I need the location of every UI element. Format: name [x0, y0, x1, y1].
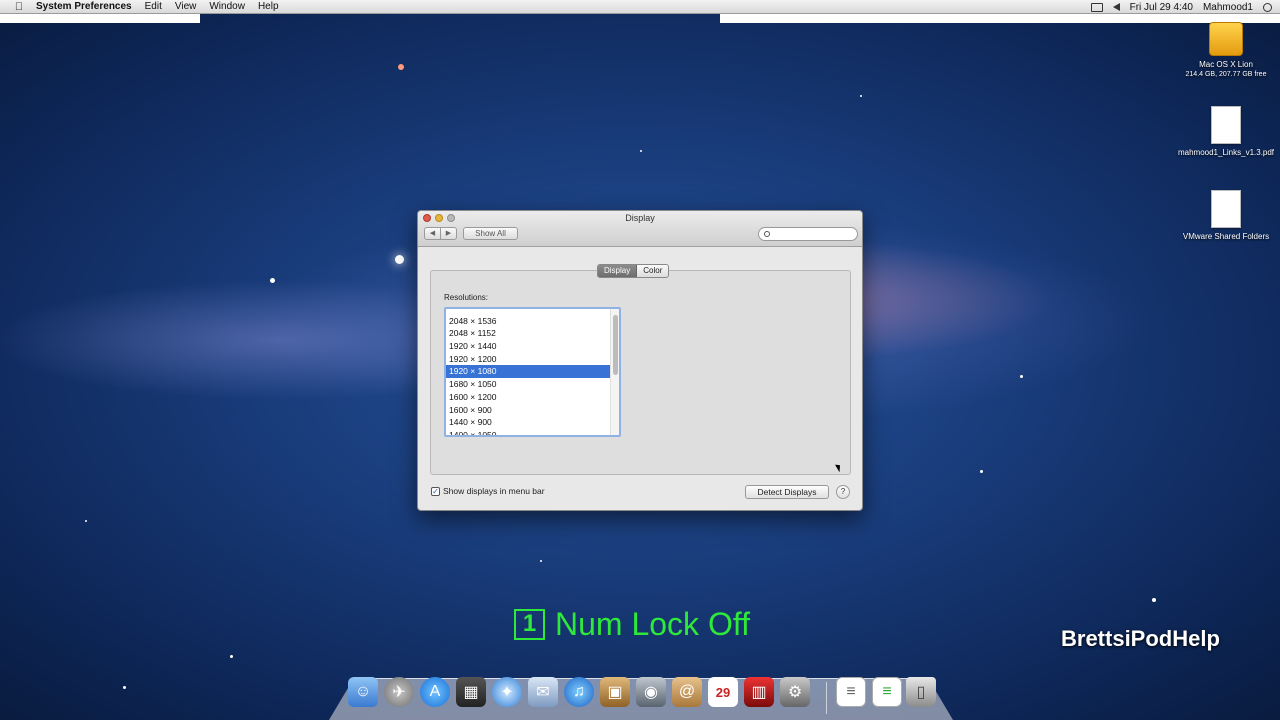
back-arrow-icon[interactable]: ◀ [425, 228, 441, 239]
wallpaper-star [230, 655, 233, 658]
document-icon[interactable]: ≡ [872, 677, 902, 707]
menu-user[interactable]: Mahmood1 [1203, 2, 1253, 13]
scroll-thumb[interactable] [613, 315, 618, 375]
facetime-icon[interactable]: ◉ [636, 677, 666, 707]
safari-icon[interactable]: ✦ [492, 677, 522, 707]
resolutions-label: Resolutions: [444, 293, 489, 302]
app-store-icon[interactable]: A [420, 677, 450, 707]
menu-bar:  System Preferences Edit View Window He… [0, 0, 1280, 14]
iphoto-icon[interactable]: ▣ [600, 677, 630, 707]
show-all-button[interactable]: Show All [463, 227, 518, 240]
list-item[interactable]: 1920 × 1440 [446, 340, 610, 353]
list-scrollbar[interactable] [610, 309, 619, 435]
search-icon [764, 231, 770, 237]
wallpaper-star [398, 64, 404, 70]
forward-arrow-icon[interactable]: ▶ [441, 228, 456, 239]
desktop-icon-hd[interactable]: Mac OS X Lion 214.4 GB, 207.77 GB free [1176, 22, 1276, 80]
wallpaper-star [860, 95, 862, 97]
pdf-document-icon [1211, 106, 1241, 144]
tab-color[interactable]: Color [637, 265, 668, 277]
num-lock-text: Num Lock Off [555, 605, 751, 642]
wallpaper-star [270, 278, 275, 283]
list-item[interactable]: 2048 × 1536 [446, 315, 610, 328]
search-field[interactable] [758, 227, 858, 241]
list-item[interactable]: 2048 × 1152 [446, 327, 610, 340]
volume-icon[interactable] [1112, 3, 1120, 11]
menu-clock[interactable]: Fri Jul 29 4:40 [1130, 2, 1193, 13]
watermark-brand: BrettsiPodHelp [1061, 626, 1220, 651]
list-item[interactable]: 1440 × 900 [446, 416, 610, 429]
menu-view[interactable]: View [175, 1, 197, 12]
show-in-menu-bar-checkbox[interactable]: ✓ [431, 486, 440, 496]
num-lock-overlay: 1 Num Lock Off [514, 604, 750, 644]
finder-icon[interactable]: ☺ [348, 677, 378, 707]
tab-switcher: Display Color [597, 264, 670, 278]
list-item[interactable]: 1680 × 1050 [446, 378, 610, 391]
dashboard-icon[interactable]: ▦ [456, 677, 486, 707]
wallpaper-star [85, 520, 87, 522]
address-book-icon[interactable]: @ [672, 677, 702, 707]
desktop-icon-label: Mac OS X Lion [1199, 60, 1253, 69]
document-icon[interactable]: ≡ [836, 677, 866, 707]
search-input[interactable] [773, 229, 853, 239]
hard-drive-icon [1209, 22, 1243, 56]
wallpaper-star [640, 150, 642, 152]
wallpaper-star [123, 686, 126, 689]
tab-display[interactable]: Display [598, 265, 638, 277]
folder-alias-icon [1211, 190, 1241, 228]
wallpaper-star [980, 470, 983, 473]
resolutions-list[interactable]: 2048 × 1536 2048 × 1152 1920 × 1440 1920… [444, 307, 621, 437]
video-strip [0, 14, 200, 23]
system-preferences-icon[interactable]: ⚙ [780, 677, 810, 707]
help-button[interactable]: ? [836, 485, 850, 499]
wallpaper-star [395, 255, 404, 264]
menu-app-name[interactable]: System Preferences [36, 1, 132, 12]
desktop-icon-pdf[interactable]: mahmood1_Links_v1.3.pdf [1176, 106, 1276, 158]
list-item-selected[interactable]: 1920 × 1080 [446, 365, 610, 379]
dock-separator [826, 682, 827, 714]
wallpaper-star [1152, 598, 1156, 602]
desktop-icon-label: mahmood1_Links_v1.3.pdf [1177, 148, 1275, 157]
list-item[interactable]: 1600 × 1200 [446, 391, 610, 404]
desktop-icon-sub: 214.4 GB, 207.77 GB free [1185, 71, 1267, 78]
list-item[interactable]: 1400 × 1050 [446, 429, 610, 435]
ical-icon[interactable]: 29 [708, 677, 738, 707]
photo-booth-icon[interactable]: ▥ [744, 677, 774, 707]
menu-window[interactable]: Window [209, 1, 245, 12]
trash-icon[interactable]: ▯ [906, 677, 936, 707]
menu-edit[interactable]: Edit [145, 1, 162, 12]
launchpad-icon[interactable]: ✈ [384, 677, 414, 707]
window-titlebar[interactable]: Display ◀ ▶ Show All [418, 211, 862, 247]
desktop-icon-label: VMware Shared Folders [1182, 232, 1270, 241]
list-item[interactable]: 1600 × 900 [446, 404, 610, 417]
menu-help[interactable]: Help [258, 1, 279, 12]
nav-segment: ◀ ▶ [424, 227, 457, 240]
detect-displays-button[interactable]: Detect Displays [745, 485, 829, 499]
show-in-menu-bar-label[interactable]: Show displays in menu bar [443, 486, 545, 496]
window-title: Display [625, 213, 655, 223]
desktop-icon-vmware[interactable]: VMware Shared Folders [1176, 190, 1276, 242]
display-prefs-window: Display ◀ ▶ Show All Display Color Resol… [417, 210, 863, 511]
itunes-icon[interactable]: ♫ [564, 677, 594, 707]
list-item[interactable] [446, 309, 610, 315]
num-lock-key: 1 [514, 608, 545, 640]
apple-menu-icon[interactable]:  [12, 1, 26, 13]
show-in-menu-bar-option[interactable]: ✓ Show displays in menu bar [431, 486, 545, 496]
menu-bar-extras: Fri Jul 29 4:40 Mahmood1 [1090, 0, 1272, 14]
wallpaper-star [1020, 375, 1023, 378]
display-menu-icon[interactable] [1090, 2, 1103, 12]
list-item[interactable]: 1920 × 1200 [446, 353, 610, 366]
mail-icon[interactable]: ✉ [528, 677, 558, 707]
spotlight-icon[interactable] [1263, 2, 1272, 12]
wallpaper-star [540, 560, 542, 562]
